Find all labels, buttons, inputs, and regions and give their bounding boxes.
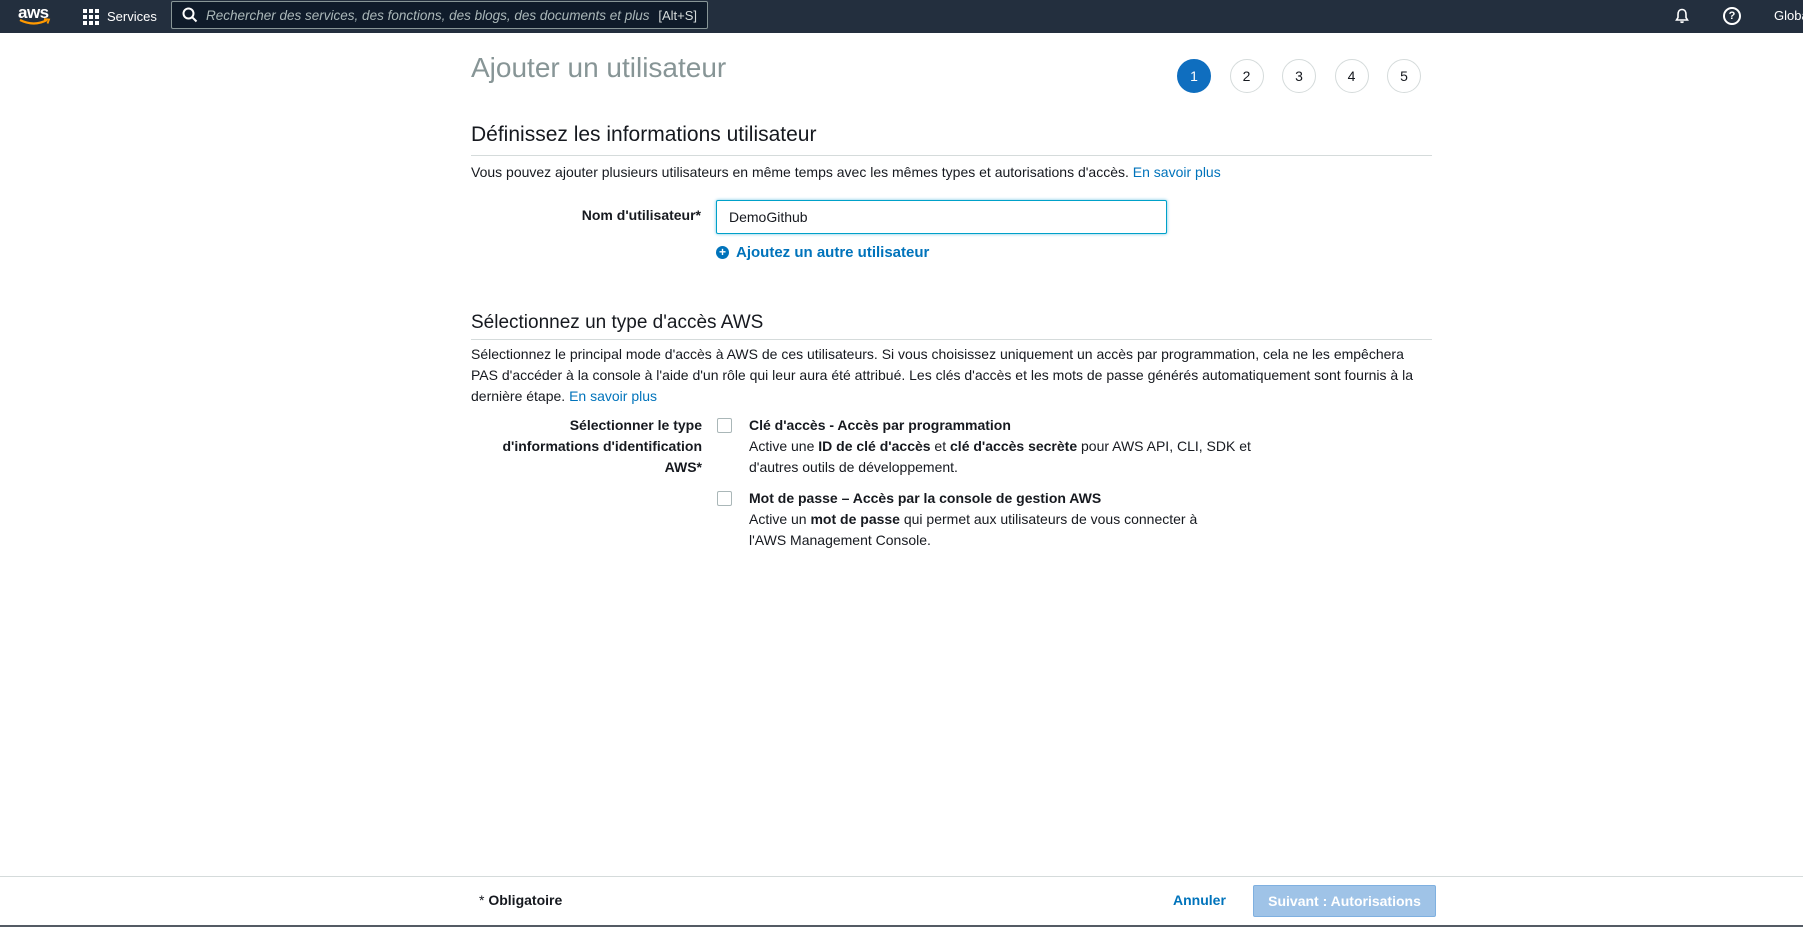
credential-type-label-line1: Sélectionner le type — [569, 417, 702, 433]
required-star: * — [479, 892, 485, 908]
global-search-bar[interactable]: [Alt+S] — [171, 1, 708, 29]
username-input[interactable] — [716, 200, 1167, 234]
wizard-step-4[interactable]: 4 — [1334, 59, 1369, 93]
username-label: Nom d'utilisateur* — [581, 207, 701, 223]
credential-type-label-line2: d'informations d'identification — [502, 438, 702, 454]
console-access-checkbox[interactable] — [717, 491, 732, 506]
plus-circle-icon: + — [716, 246, 729, 259]
programmatic-access-title: Clé d'accès - Accès par programmation — [749, 417, 1011, 433]
search-icon — [182, 7, 198, 23]
services-label: Services — [107, 9, 157, 24]
wizard-steps: 1 2 3 4 5 — [1177, 59, 1440, 93]
notifications-button[interactable] — [1670, 4, 1694, 28]
access-type-description: Sélectionnez le principal mode d'accès à… — [471, 344, 1432, 407]
wizard-step-3[interactable]: 3 — [1282, 59, 1316, 93]
search-shortcut-hint: [Alt+S] — [658, 7, 697, 23]
wizard-footer: * Obligatoire Annuler Suivant : Autorisa… — [0, 876, 1803, 927]
bell-icon — [1675, 8, 1689, 24]
credential-type-label: Sélectionner le type d'informations d'id… — [471, 415, 702, 478]
console-access-option: Mot de passe – Accès par la console de g… — [749, 488, 1219, 551]
section-divider — [471, 339, 1432, 340]
help-button[interactable]: ? — [1720, 4, 1744, 28]
region-selector[interactable]: Global — [1774, 8, 1803, 23]
console-access-description: Active un mot de passe qui permet aux ut… — [749, 511, 1198, 548]
learn-more-link[interactable]: En savoir plus — [569, 388, 657, 404]
services-menu-button[interactable]: Services — [83, 0, 157, 33]
programmatic-access-checkbox[interactable] — [717, 418, 732, 433]
apps-grid-icon — [83, 8, 99, 25]
cancel-button[interactable]: Annuler — [1173, 892, 1226, 908]
wizard-step-5[interactable]: 5 — [1387, 59, 1421, 93]
console-access-title: Mot de passe – Accès par la console de g… — [749, 490, 1102, 506]
user-info-description-text: Vous pouvez ajouter plusieurs utilisateu… — [471, 164, 1129, 180]
wizard-step-2[interactable]: 2 — [1229, 59, 1264, 93]
aws-logo[interactable]: aws — [18, 3, 52, 29]
aws-smile-icon — [19, 18, 51, 25]
required-note: * Obligatoire — [479, 892, 562, 908]
wizard-step-1[interactable]: 1 — [1177, 59, 1211, 93]
user-info-section-title: Définissez les informations utilisateur — [471, 123, 817, 146]
required-note-text: Obligatoire — [488, 892, 563, 908]
help-icon: ? — [1723, 7, 1741, 25]
search-input[interactable] — [206, 7, 651, 23]
page-title: Ajouter un utilisateur — [471, 52, 727, 83]
user-info-description: Vous pouvez ajouter plusieurs utilisateu… — [471, 162, 1432, 183]
programmatic-access-option: Clé d'accès - Accès par programmation Ac… — [749, 415, 1269, 478]
learn-more-link[interactable]: En savoir plus — [1133, 164, 1221, 180]
credential-type-label-line3: AWS* — [664, 459, 702, 475]
top-navigation-bar: aws Services [Alt+S] ? Global — [0, 0, 1803, 33]
access-type-section-title: Sélectionnez un type d'accès AWS — [471, 312, 764, 333]
add-another-user-link[interactable]: + Ajoutez un autre utilisateur — [716, 244, 929, 261]
section-divider — [471, 155, 1432, 156]
next-permissions-button[interactable]: Suivant : Autorisations — [1253, 885, 1436, 917]
programmatic-access-description: Active une ID de clé d'accès et clé d'ac… — [749, 438, 1251, 475]
add-another-user-label: Ajoutez un autre utilisateur — [736, 244, 930, 261]
